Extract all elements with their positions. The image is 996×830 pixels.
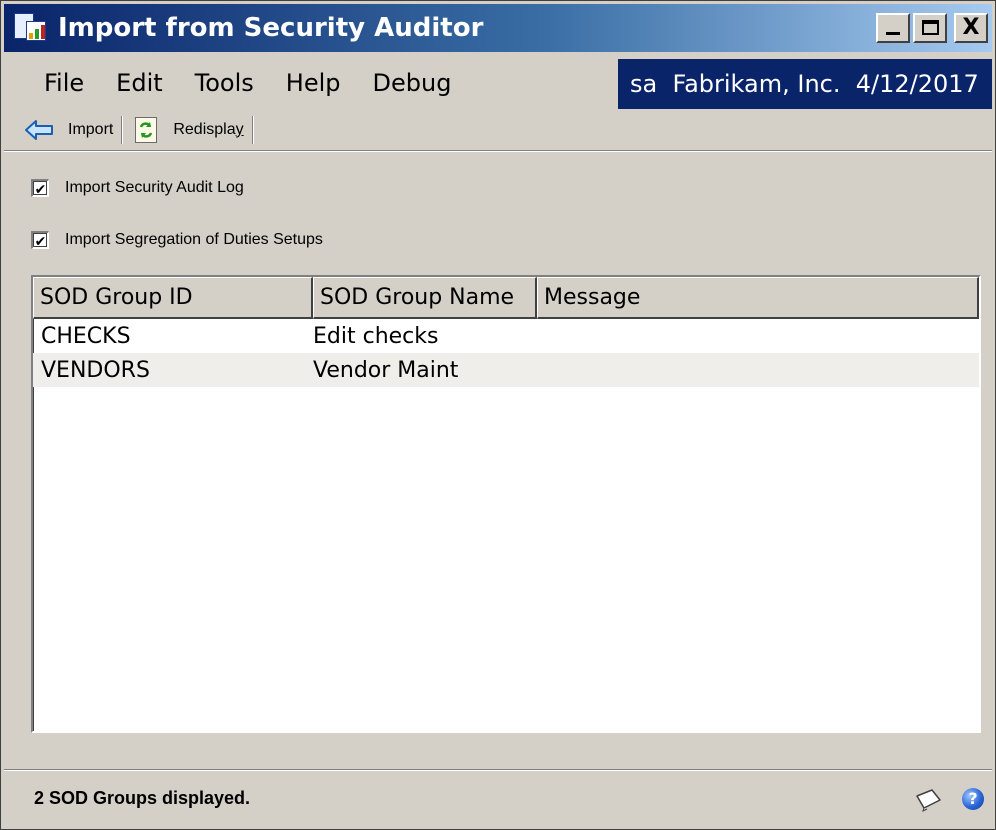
status-message: 2 SOD Groups displayed. bbox=[34, 788, 251, 808]
minimize-button[interactable] bbox=[876, 13, 910, 43]
company-info-text: sa Fabrikam, Inc. 4/12/2017 bbox=[630, 70, 979, 98]
column-header-sod-group-name[interactable]: SOD Group Name bbox=[313, 277, 537, 319]
import-audit-log-label: Import Security Audit Log bbox=[65, 179, 244, 196]
table-row[interactable]: VENDORS Vendor Maint bbox=[33, 353, 979, 387]
toolbar: Import Redisplay bbox=[4, 109, 992, 151]
minimize-icon bbox=[886, 32, 900, 35]
import-from-security-auditor-window: Import from Security Auditor X File Edit… bbox=[0, 0, 996, 830]
window-controls: X bbox=[876, 13, 988, 43]
window-title: Import from Security Auditor bbox=[58, 13, 484, 43]
cell-sod-group-name: Edit checks bbox=[313, 323, 439, 349]
menu-tools[interactable]: Tools bbox=[195, 69, 254, 97]
title-bar[interactable]: Import from Security Auditor X bbox=[4, 4, 992, 52]
app-window-icon[interactable] bbox=[14, 13, 48, 43]
status-bar: 2 SOD Groups displayed. ? bbox=[4, 769, 992, 827]
toolbar-separator bbox=[121, 115, 124, 144]
menu-debug[interactable]: Debug bbox=[373, 69, 452, 97]
maximize-icon bbox=[922, 20, 939, 35]
import-label: Import bbox=[68, 120, 114, 138]
cell-sod-group-id: CHECKS bbox=[41, 323, 131, 349]
maximize-button[interactable] bbox=[913, 13, 947, 43]
note-icon[interactable] bbox=[914, 788, 942, 812]
close-button[interactable]: X bbox=[954, 13, 988, 43]
redisplay-button[interactable]: Redisplay bbox=[131, 113, 244, 147]
import-sod-setups-checkbox[interactable]: ✔ bbox=[31, 231, 49, 249]
sod-groups-grid[interactable]: SOD Group ID SOD Group Name Message CHEC… bbox=[31, 275, 981, 733]
arrow-left-icon bbox=[25, 119, 53, 140]
company-info-banner: sa Fabrikam, Inc. 4/12/2017 bbox=[618, 59, 992, 109]
import-audit-log-option[interactable]: ✔ Import Security Audit Log bbox=[31, 179, 244, 197]
grid-header: SOD Group ID SOD Group Name Message bbox=[33, 277, 979, 319]
menu-help[interactable]: Help bbox=[286, 69, 341, 97]
redisplay-label: Redisplay bbox=[173, 120, 244, 138]
column-header-sod-group-id[interactable]: SOD Group ID bbox=[33, 277, 313, 319]
close-icon: X bbox=[962, 15, 980, 40]
cell-sod-group-name: Vendor Maint bbox=[313, 357, 459, 383]
import-sod-setups-label: Import Segregation of Duties Setups bbox=[65, 231, 323, 248]
import-audit-log-checkbox[interactable]: ✔ bbox=[31, 179, 49, 197]
table-row[interactable]: CHECKS Edit checks bbox=[33, 319, 979, 353]
refresh-document-icon bbox=[135, 116, 158, 143]
cell-sod-group-id: VENDORS bbox=[41, 357, 150, 383]
menu-file[interactable]: File bbox=[44, 69, 84, 97]
column-header-message[interactable]: Message bbox=[537, 277, 979, 319]
import-sod-setups-option[interactable]: ✔ Import Segregation of Duties Setups bbox=[31, 231, 323, 249]
menu-edit[interactable]: Edit bbox=[116, 69, 162, 97]
import-button[interactable]: Import bbox=[4, 113, 113, 147]
toolbar-separator-end bbox=[251, 115, 254, 144]
help-icon[interactable]: ? bbox=[962, 788, 984, 810]
menu-bar: File Edit Tools Help Debug sa Fabrikam, … bbox=[4, 57, 992, 109]
